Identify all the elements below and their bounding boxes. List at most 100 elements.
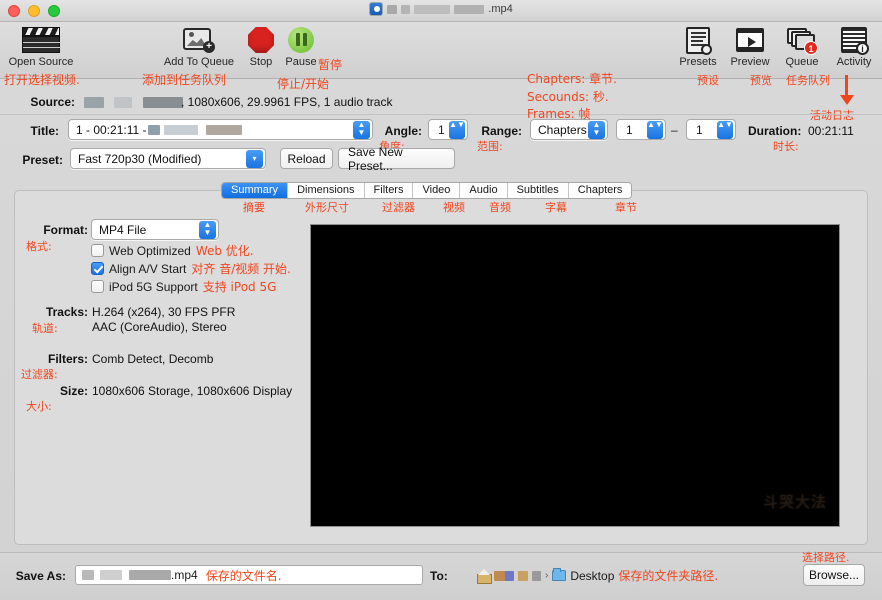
web-optimized-label: Web Optimized [109,243,191,258]
format-label: Format: [43,223,88,237]
activity-arrow-head [840,95,854,105]
preview-watermark: 斗哭大法 [762,493,827,511]
format-dropdown-arrows[interactable]: ▲ ▼ [199,221,216,239]
tab-summary[interactable]: Summary [222,183,289,198]
tab-video[interactable]: Video [413,183,461,198]
angle-value: 1 [438,122,445,137]
title-dropdown-arrows[interactable]: ▲ ▼ [353,121,370,139]
anno-pause: 暂停 [318,58,343,72]
settings-tabs: Summary Dimensions Filters Video Audio S… [221,182,633,199]
activity-icon: i [823,25,882,55]
title-label: Title: [30,124,59,138]
anno-destination: 保存的文件夹路径. [618,569,719,583]
ipod-5g-support-label: iPod 5G Support [109,279,198,294]
range-type-value: Chapters [538,122,587,137]
preset-dropdown-arrow[interactable]: ▾ [246,150,263,168]
destination-breadcrumb[interactable]: › Desktop 保存的文件夹路径. [477,567,718,584]
align-av-start-row[interactable]: Align A/V Start 对齐 音/视频 开始. [91,260,291,277]
window-title: .mp4 [0,2,882,16]
range-start-arrows[interactable]: ▲▼ [647,121,663,139]
queue-badge: 1 [804,40,818,55]
source-label: Source: [30,95,75,109]
range-label: Range: [481,124,522,138]
anno-tab-dimensions: 外形尺寸 [305,201,349,214]
save-as-value: .mp4 [171,568,198,582]
range-start-value: 1 [626,122,633,137]
window-titlebar: .mp4 [0,0,882,22]
reload-label: Reload [287,151,326,166]
anno-tab-filters: 过滤器 [382,201,415,214]
breadcrumb-redacted [518,570,528,581]
tab-chapters[interactable]: Chapters [568,183,632,198]
save-new-preset-button[interactable]: Save New Preset... [338,145,455,173]
web-optimized-row[interactable]: Web Optimized Web 优化. [91,242,254,259]
home-icon [477,568,492,584]
browse-button[interactable]: Browse... [803,564,865,586]
save-as-label: Save As: [15,569,66,583]
range-type-dropdown[interactable]: Chapters ▲ ▼ [530,119,608,140]
anno-format: 格式: [26,240,52,253]
activity-button[interactable]: i Activity [823,25,882,68]
anno-tab-audio: 音频 [489,201,511,214]
range-start-stepper[interactable]: 1 ▲▼ [616,119,666,140]
tab-audio[interactable]: Audio [460,183,508,198]
angle-stepper[interactable]: 1 ▲▼ [428,119,468,140]
tab-dimensions[interactable]: Dimensions [288,183,365,198]
window-title-extension: .mp4 [488,3,513,15]
web-optimized-checkbox[interactable] [91,244,104,257]
duration-value: 00:21:11 [808,124,854,138]
breadcrumb-redacted [532,570,541,581]
range-type-arrows[interactable]: ▲ ▼ [588,121,605,139]
app-icon [369,2,384,16]
anno-stop: 停止/开始 [277,77,330,91]
redacted-title-block [387,4,398,14]
format-dropdown[interactable]: MP4 File ▲ ▼ [91,219,219,240]
align-av-start-checkbox[interactable] [91,262,104,275]
range-end-arrows[interactable]: ▲▼ [717,121,733,139]
anno-size: 大小: [26,400,52,413]
clapper-icon [0,25,86,55]
anno-duration: 时长: [773,140,799,153]
anno-tab-summary: 摘要 [243,201,265,214]
anno-range-seconds: Secounds: 秒. [527,90,609,104]
filters-value: Comb Detect, Decomb [92,352,214,366]
anno-add-to-queue: 添加到任务队列 [142,73,227,87]
breadcrumb-redacted [494,570,514,581]
angle-label: Angle: [384,124,422,138]
range-separator: – [671,123,678,137]
anno-filters: 过滤器: [21,368,58,381]
source-value: , 1080x606, 29.9961 FPS, 1 audio track [181,95,393,109]
open-source-label: Open Source [8,56,74,68]
reload-button[interactable]: Reload [280,148,333,169]
to-label: To: [430,569,448,583]
destination-value: Desktop [570,568,615,583]
redacted-title-block [414,4,451,14]
anno-save-as: 保存的文件名. [205,568,282,583]
range-end-value: 1 [696,122,703,137]
video-preview[interactable]: 斗哭大法 [310,224,840,527]
ipod-5g-support-checkbox[interactable] [91,280,104,293]
angle-stepper-arrows[interactable]: ▲▼ [449,121,465,139]
save-new-preset-label: Save New Preset... [348,144,403,173]
tracks-label: Tracks: [45,305,88,319]
preset-value: Fast 720p30 (Modified) [78,151,202,166]
open-source-button[interactable]: Open Source [0,25,86,68]
activity-label: Activity [836,56,872,68]
anno-open-source: 打开选择视频. [4,73,80,87]
preset-dropdown[interactable]: Fast 720p30 (Modified) ▾ [70,148,266,169]
anno-browse: 选择路径. [802,551,850,564]
format-value: MP4 File [99,222,147,237]
tab-subtitles[interactable]: Subtitles [507,183,569,198]
anno-tracks: 轨道: [32,322,58,335]
redacted-title-block [401,4,411,14]
anno-range-chapters: Chapters: 章节. [527,72,617,86]
tab-filters[interactable]: Filters [364,183,414,198]
anno-align-av-start: 对齐 音/视频 开始. [191,262,291,276]
save-as-input[interactable]: .mp4 保存的文件名. [75,565,423,585]
ipod-5g-support-row[interactable]: iPod 5G Support 支持 iPod 5G [91,278,276,295]
range-end-stepper[interactable]: 1 ▲▼ [686,119,736,140]
hand-brake-window: .mp4 Open Source + Add To Queue Stop Pau… [0,0,882,600]
size-value: 1080x606 Storage, 1080x606 Display [92,384,293,398]
title-dropdown[interactable]: 1 - 00:21:11 - ▲ ▼ [68,119,373,140]
activity-arrow-stem [845,75,848,97]
